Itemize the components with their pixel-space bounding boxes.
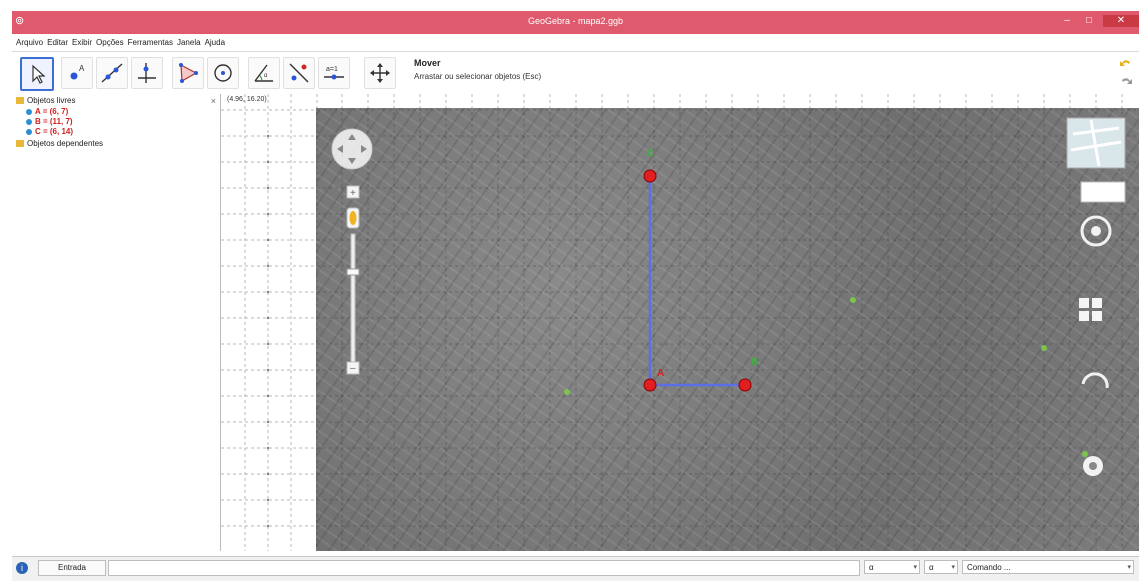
map-photos-button[interactable] (1080, 181, 1126, 203)
command-select[interactable]: Comando ... ▾ (962, 560, 1134, 574)
slider-icon: a=1 (324, 66, 344, 80)
input-bar-label: Entrada (38, 560, 106, 576)
input-bar: i Entrada α ▾ α ▾ Comando ... ▾ (12, 556, 1139, 581)
slider-tool-button[interactable]: a=1 (318, 57, 350, 89)
perpendicular-line-icon (138, 63, 156, 83)
dependent-objects-header[interactable]: Objetos dependentes (16, 139, 103, 148)
menu-bar: Arquivo Editar Exibir Opções Ferramentas… (12, 34, 1139, 52)
perpendicular-tool-button[interactable] (131, 57, 163, 89)
move-graphics-tool-button[interactable] (364, 57, 396, 89)
map-zoom-in-button[interactable]: + (346, 185, 360, 199)
map-zoom-slider[interactable] (346, 233, 360, 367)
menu-ferramentas[interactable]: Ferramentas (128, 38, 173, 47)
circle-center-icon (214, 64, 232, 82)
algebra-item-b[interactable]: B = (11, 7) (26, 117, 73, 126)
map-rotate-arrows-icon[interactable] (1081, 372, 1109, 389)
menu-ajuda[interactable]: Ajuda (205, 38, 225, 47)
angle-icon: α (254, 64, 273, 82)
coordinate-readout: (4.96, 16.20) (227, 96, 267, 103)
point-b[interactable] (738, 378, 752, 392)
algebra-item-a[interactable]: A = (6, 7) (26, 107, 68, 116)
street-view-pegman-icon[interactable] (346, 207, 360, 229)
maximize-button[interactable]: □ (1079, 15, 1099, 27)
map-type-thumbnail[interactable] (1066, 117, 1126, 169)
chevron-down-icon: ▾ (951, 564, 955, 571)
redo-icon[interactable] (1122, 78, 1132, 84)
line-tool-button[interactable] (96, 57, 128, 89)
menu-exibir[interactable]: Exibir (72, 38, 92, 47)
algebra-view: × Objetos livres A = (6, 7) B = (11, 7) … (12, 94, 221, 551)
symbol-select[interactable]: α ▾ (864, 560, 920, 574)
undo-redo-group (1119, 56, 1133, 88)
polygon-icon (179, 63, 198, 83)
line-through-points-icon (101, 63, 123, 83)
point-c-label: C (647, 148, 654, 159)
active-tool-name: Mover (414, 58, 441, 68)
svg-text:+: + (350, 188, 356, 199)
toolbar: A α a=1 Mover Arrastar ou selecionar obj… (12, 52, 1139, 95)
visibility-toggle-icon[interactable] (26, 128, 32, 135)
move-cross-icon (370, 63, 390, 83)
visibility-toggle-icon[interactable] (26, 108, 32, 115)
menu-arquivo[interactable]: Arquivo (16, 38, 43, 47)
graphics-view[interactable]: + – C A B (4.96, 16.20) (221, 94, 1139, 551)
svg-text:A: A (79, 64, 85, 73)
chevron-down-icon: ▾ (913, 564, 917, 571)
menu-janela[interactable]: Janela (177, 38, 201, 47)
map-tilt-grid-icon[interactable] (1079, 298, 1102, 321)
chevron-down-icon: ▾ (1127, 564, 1131, 571)
greek-select[interactable]: α ▾ (924, 560, 958, 574)
visibility-toggle-icon[interactable] (26, 118, 32, 125)
move-tool-button[interactable] (20, 57, 54, 91)
slider-label: a=1 (326, 66, 338, 73)
algebra-item-c[interactable]: C = (6, 14) (26, 127, 73, 136)
svg-text:–: – (350, 363, 356, 374)
close-view-icon[interactable]: × (211, 96, 216, 106)
map-settings-gear-icon[interactable] (1083, 456, 1103, 476)
reflect-line-icon (289, 63, 309, 83)
svg-text:α: α (264, 73, 268, 79)
minimize-button[interactable]: – (1057, 15, 1077, 27)
polygon-tool-button[interactable] (172, 57, 204, 89)
map-zoom-out-button[interactable]: – (346, 361, 360, 375)
map-place-markers (564, 297, 1088, 457)
point-c[interactable] (643, 169, 657, 183)
menu-opcoes[interactable]: Opções (96, 38, 124, 47)
map-pan-control[interactable] (331, 128, 373, 170)
point-a[interactable] (643, 378, 657, 392)
active-tool-help: Arrastar ou selecionar objetos (Esc) (414, 72, 542, 81)
free-objects-header[interactable]: Objetos livres (16, 96, 75, 105)
close-button[interactable]: ✕ (1103, 15, 1139, 27)
point-icon: A (70, 64, 85, 80)
grid-overlay: + – C A B (221, 94, 1139, 551)
input-help-icon[interactable]: i (16, 562, 28, 574)
point-a-label: A (657, 368, 664, 379)
reflect-tool-button[interactable] (283, 57, 315, 89)
window-title-bar: ⊚ GeoGebra - mapa2.ggb – □ ✕ (12, 11, 1139, 34)
command-input[interactable] (108, 560, 860, 576)
folder-icon (16, 140, 24, 148)
point-tool-button[interactable]: A (61, 57, 93, 89)
menu-editar[interactable]: Editar (47, 38, 68, 47)
angle-tool-button[interactable]: α (248, 57, 280, 89)
point-b-label: B (751, 357, 758, 368)
window-title: GeoGebra - mapa2.ggb (527, 16, 624, 26)
undo-icon[interactable] (1120, 60, 1130, 66)
circle-tool-button[interactable] (207, 57, 239, 89)
folder-icon (16, 97, 24, 105)
cursor-arrow-icon (32, 64, 46, 84)
